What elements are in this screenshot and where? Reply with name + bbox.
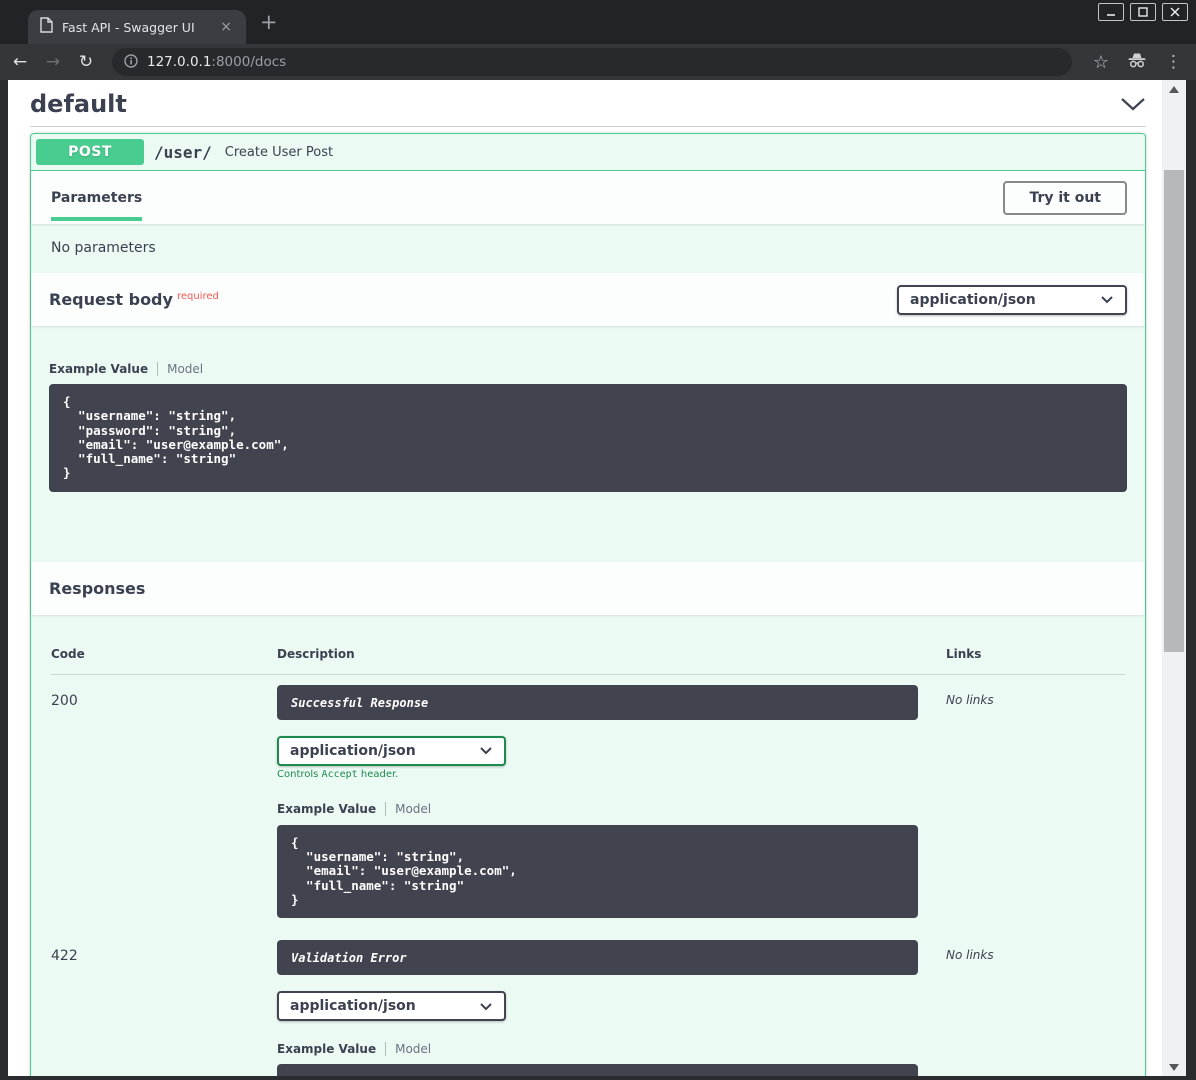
tab-model[interactable]: Model	[395, 1042, 431, 1056]
tab-close-icon[interactable]: ×	[218, 19, 234, 35]
tab-separator	[157, 362, 158, 376]
section-title: default	[30, 90, 127, 118]
request-media-type-value: application/json	[910, 292, 1036, 308]
maximize-button[interactable]	[1130, 3, 1156, 21]
post-user-opblock: POST /user/ Create User Post Parameters …	[30, 133, 1146, 1076]
tab-bar: Fast API - Swagger UI × +	[0, 0, 1196, 44]
method-badge: POST	[36, 139, 144, 165]
tab-model[interactable]: Model	[167, 362, 203, 376]
col-code: Code	[51, 647, 277, 661]
request-body-header: Request body required application/json	[31, 273, 1145, 326]
response-links: No links	[946, 940, 1125, 962]
accept-header-note: Controls Accept header.	[277, 769, 946, 780]
operation-path: /user/	[154, 143, 212, 162]
col-links: Links	[946, 647, 1125, 661]
request-example-code: { "username": "string", "password": "str…	[49, 384, 1127, 492]
browser-window: Fast API - Swagger UI × + ← → ↻	[0, 0, 1196, 1080]
reload-icon[interactable]: ↻	[73, 52, 99, 72]
response-row-200: 200 Successful Response application/json…	[51, 675, 1125, 930]
responses-table-head: Code Description Links	[51, 647, 1125, 661]
try-it-out-button[interactable]: Try it out	[1003, 181, 1127, 215]
tab-separator	[385, 802, 386, 816]
response-code: 422	[51, 940, 277, 964]
toolbar-actions: ☆ ⋮	[1093, 44, 1182, 80]
response-links: No links	[946, 685, 1125, 707]
response-200-example-tabs: Example Value Model	[277, 802, 946, 817]
response-422-example-tabs: Example Value Model	[277, 1041, 946, 1056]
minimize-button[interactable]	[1098, 3, 1124, 21]
collapse-chevron-icon[interactable]	[1120, 96, 1146, 112]
request-example-tabs: Example Value Model	[49, 361, 1127, 376]
chevron-down-icon	[479, 746, 493, 755]
request-body-title: Request body	[49, 290, 173, 309]
operation-summary-text: Create User Post	[225, 145, 333, 160]
scrollbar-thumb[interactable]	[1164, 170, 1184, 652]
response-description-box: Validation Error	[277, 940, 918, 975]
new-tab-icon[interactable]: +	[260, 12, 278, 33]
response-description-box: Successful Response	[277, 685, 918, 720]
parameters-tab: Parameters	[51, 174, 142, 221]
responses-header: Responses	[31, 562, 1145, 615]
section-divider	[30, 126, 1146, 127]
tab-example-value[interactable]: Example Value	[277, 802, 376, 816]
response-media-type-value: application/json	[290, 998, 416, 1014]
close-window-button[interactable]	[1162, 3, 1188, 21]
accept-note-prefix: Controls	[277, 769, 322, 780]
browser-tab[interactable]: Fast API - Swagger UI ×	[28, 10, 246, 44]
browser-menu-icon[interactable]: ⋮	[1165, 52, 1182, 72]
required-badge: required	[177, 291, 219, 302]
window-controls	[1098, 3, 1188, 21]
chevron-down-icon	[1100, 295, 1114, 304]
tab-separator	[385, 1042, 386, 1056]
accept-note-code: Accept	[322, 769, 358, 780]
address-bar[interactable]: 127.0.0.1 :8000/docs	[112, 48, 1072, 76]
scroll-down-arrow[interactable]	[1162, 1058, 1186, 1076]
forward-icon[interactable]: →	[40, 52, 66, 72]
response-media-type-select[interactable]: application/json	[277, 736, 506, 766]
page-favicon-icon	[40, 17, 53, 37]
tab-model[interactable]: Model	[395, 802, 431, 816]
incognito-profile-icon[interactable]	[1127, 51, 1147, 73]
swagger-page: default POST /user/ Create User Post Par…	[8, 80, 1162, 1076]
response-code: 200	[51, 685, 277, 709]
chevron-down-icon	[479, 1002, 493, 1011]
accept-note-suffix: header.	[358, 769, 399, 780]
responses-title: Responses	[49, 579, 145, 598]
request-media-type-select[interactable]: application/json	[897, 285, 1127, 315]
col-description: Description	[277, 647, 946, 661]
response-422-example-code: { "detail": [	[277, 1064, 918, 1076]
default-section-header: default	[30, 88, 1146, 120]
url-path: :8000/docs	[211, 54, 286, 70]
browser-toolbar: ← → ↻ 127.0.0.1 :8000/docs	[0, 44, 1196, 80]
response-200-description-cell: Successful Response application/json Con…	[277, 685, 946, 930]
page-scrollbar[interactable]	[1162, 80, 1186, 1076]
tab-example-value[interactable]: Example Value	[49, 362, 148, 376]
response-row-422: 422 Validation Error application/json Ex…	[51, 930, 1125, 1076]
response-media-type-select[interactable]: application/json	[277, 991, 506, 1021]
tab-title: Fast API - Swagger UI	[62, 20, 218, 35]
responses-table: Code Description Links 200 Successful Re…	[31, 615, 1145, 1076]
back-icon[interactable]: ←	[7, 52, 33, 72]
no-parameters-text: No parameters	[31, 224, 1145, 273]
response-media-type-value: application/json	[290, 743, 416, 759]
tab-example-value[interactable]: Example Value	[277, 1042, 376, 1056]
response-200-example-code: { "username": "string", "email": "user@e…	[277, 825, 918, 918]
bookmark-star-icon[interactable]: ☆	[1093, 52, 1109, 73]
scroll-up-arrow[interactable]	[1162, 80, 1186, 98]
operation-summary[interactable]: POST /user/ Create User Post	[31, 134, 1145, 171]
response-422-description-cell: Validation Error application/json Exampl…	[277, 940, 946, 1076]
site-info-icon[interactable]	[124, 53, 138, 72]
parameters-header: Parameters Try it out	[31, 171, 1145, 224]
url-host: 127.0.0.1	[147, 54, 211, 70]
